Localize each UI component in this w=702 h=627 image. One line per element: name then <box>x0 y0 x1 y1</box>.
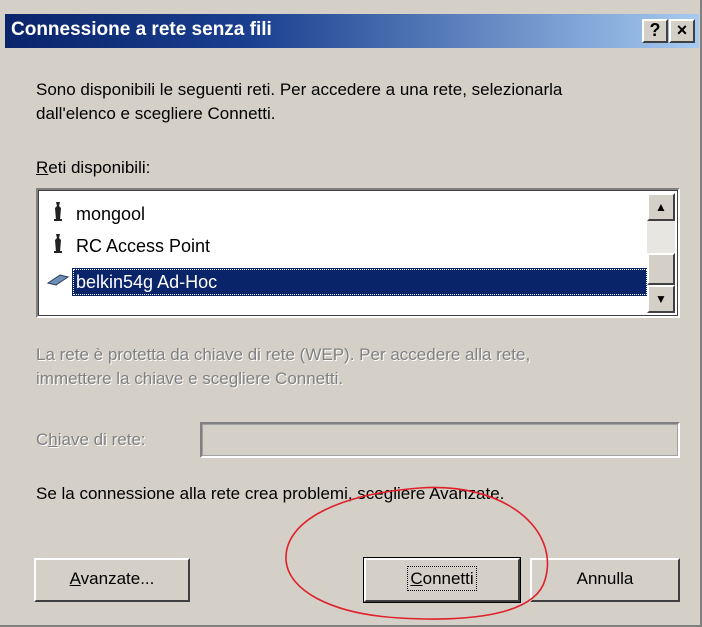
network-key-field[interactable] <box>200 422 680 458</box>
access-point-icon <box>46 232 70 263</box>
cancel-button[interactable]: Annulla <box>530 558 680 602</box>
available-networks-label-text: eti disponibili: <box>48 158 151 177</box>
list-scrollbar[interactable]: ▲ ▼ <box>647 193 675 313</box>
available-networks-label-accelerator: R <box>36 158 49 177</box>
intro-text-line-1: Sono disponibili le seguenti reti. Per a… <box>36 80 563 99</box>
scroll-thumb[interactable] <box>647 253 675 285</box>
network-key-label: Chiave di rete: <box>36 430 146 450</box>
intro-text-line-2: dall'elenco e scegliere Connetti. <box>36 104 276 123</box>
available-networks-list[interactable]: mongool RC Access Point belkin54g Ad-Hoc… <box>36 188 680 318</box>
network-name: belkin54g Ad-Hoc <box>72 268 648 296</box>
wep-info-line-1: La rete è protetta da chiave di rete (WE… <box>36 345 531 364</box>
connect-button-label: onnetti <box>422 569 474 588</box>
title-bar: Connessione a rete senza fili ? × <box>5 14 699 48</box>
advanced-button-accelerator: A <box>69 569 81 588</box>
advanced-button-label: vanzate... <box>80 569 155 588</box>
access-point-icon <box>46 200 70 231</box>
available-networks-label: Reti disponibili: <box>36 158 150 178</box>
network-key-label-text: iave di rete: <box>57 430 146 449</box>
problems-hint-text: Se la connessione alla rete crea problem… <box>36 484 505 503</box>
close-button[interactable]: × <box>669 19 695 43</box>
connect-button[interactable]: Connetti <box>363 557 521 603</box>
wep-info-line-2: immettere la chiave e scegliere Connetti… <box>36 369 344 388</box>
window-title: Connessione a rete senza fili <box>11 19 272 40</box>
network-item-rc-access-point[interactable]: RC Access Point <box>44 232 644 260</box>
help-button[interactable]: ? <box>642 19 668 43</box>
wireless-connection-dialog: Connessione a rete senza fili ? × Sono d… <box>0 0 702 627</box>
adhoc-network-icon <box>46 268 70 296</box>
connect-button-accelerator: C <box>410 569 423 588</box>
network-key-label-accelerator: h <box>48 430 58 449</box>
network-name: RC Access Point <box>76 236 211 256</box>
connect-button-label-wrap: Connetti <box>407 566 477 591</box>
network-key-label-prefix: C <box>36 430 49 449</box>
scroll-up-button[interactable]: ▲ <box>647 193 675 221</box>
network-item-belkin54g-adhoc[interactable]: belkin54g Ad-Hoc <box>44 268 648 296</box>
network-name: mongool <box>76 204 146 224</box>
network-item-mongool[interactable]: mongool <box>44 200 644 228</box>
scroll-down-button[interactable]: ▼ <box>647 285 675 313</box>
advanced-button[interactable]: Avanzate... <box>34 558 190 602</box>
